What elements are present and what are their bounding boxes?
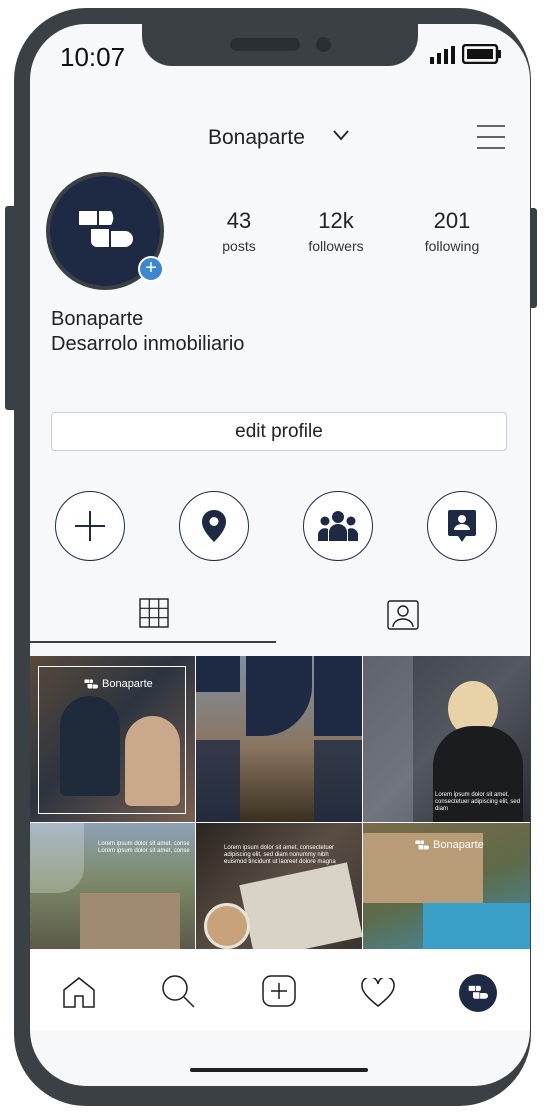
- status-icons: [430, 44, 502, 64]
- profile-bio: Bonaparte Desarrolo inmobiliario: [51, 307, 244, 357]
- bonaparte-logo: [468, 985, 488, 999]
- post-thumbnail[interactable]: Lorem ipsum dolor sit amet, consectetuer…: [196, 823, 362, 949]
- edit-profile-button[interactable]: edit profile: [51, 412, 507, 451]
- battery-icon: [462, 44, 501, 64]
- home-icon[interactable]: [62, 976, 96, 1008]
- contact-card-icon: [448, 510, 476, 542]
- bonaparte-logo: [79, 211, 133, 247]
- lorem-text: consectetuer adipiscing elit, sed diam: [435, 799, 521, 812]
- plus-icon: [75, 511, 105, 541]
- camera: [316, 37, 331, 52]
- tagged-tab-icon[interactable]: [387, 600, 419, 630]
- followers-label: followers: [308, 238, 364, 254]
- posts-value: 43: [226, 208, 252, 233]
- new-post-icon[interactable]: [262, 975, 296, 1007]
- highlight-team[interactable]: [303, 491, 373, 561]
- lorem-text: Lorem ipsum dolor sit amet, conse: [98, 848, 190, 854]
- photo-pool: [423, 903, 530, 949]
- grid-tab-icon[interactable]: [139, 598, 169, 628]
- menu-icon[interactable]: [476, 124, 506, 150]
- posts-label: posts: [222, 238, 256, 254]
- posts-count[interactable]: 43 posts: [206, 208, 272, 254]
- following-label: following: [424, 238, 480, 254]
- bonaparte-logo: [84, 679, 98, 688]
- lorem-text: adipiscing elit, sed diam nonummy nibh: [224, 852, 329, 858]
- lorem-text: Lorem ipsum dolor sit amet, conse: [98, 841, 190, 847]
- highlight-location[interactable]: [179, 491, 249, 561]
- speaker: [230, 38, 300, 51]
- status-time: 10:07: [60, 42, 126, 72]
- pattern-shape: [363, 656, 413, 822]
- lorem-text: euismod tincidunt ut laoreet dolore magn…: [224, 859, 336, 865]
- profile-description: Desarrolo inmobiliario: [51, 333, 245, 355]
- photo-coffee: [204, 903, 250, 949]
- lorem-text: Lorem ipsum dolor sit amet, consectetuer: [224, 845, 335, 851]
- highlight-add[interactable]: [55, 491, 125, 561]
- chevron-down-icon[interactable]: [332, 128, 350, 142]
- brand-name: Bonaparte: [102, 678, 153, 690]
- followers-value: 12k: [318, 208, 354, 233]
- brand-tag: Bonaparte: [84, 678, 153, 690]
- following-count[interactable]: 201 following: [412, 208, 492, 254]
- post-thumbnail[interactable]: [196, 656, 362, 822]
- location-pin-icon: [202, 510, 226, 542]
- signal-icon: [430, 46, 455, 64]
- group-icon: [318, 511, 358, 541]
- post-thumbnail[interactable]: Lorem ipsum dolor sit amet, consectetuer…: [363, 656, 530, 822]
- brand-name: Bonaparte: [433, 839, 484, 851]
- home-indicator[interactable]: [190, 1068, 368, 1072]
- add-story-badge[interactable]: +: [138, 256, 164, 282]
- profile-name: Bonaparte: [51, 308, 144, 330]
- navy-shape: [196, 740, 240, 822]
- notch: [142, 24, 418, 66]
- navy-shape: [314, 656, 362, 736]
- photo-buildings: [80, 893, 180, 949]
- navy-shape: [196, 656, 240, 692]
- brand-tag: Bonaparte: [415, 839, 484, 851]
- profile-username[interactable]: Bonaparte: [208, 126, 305, 150]
- followers-count[interactable]: 12k followers: [296, 208, 376, 254]
- post-thumbnail[interactable]: Bonaparte: [363, 823, 530, 949]
- screen: 10:07 Bonaparte + 43 posts 12k followers…: [30, 24, 530, 1086]
- navy-shape: [314, 740, 362, 822]
- post-thumbnail[interactable]: Lorem ipsum dolor sit amet, conse Lorem …: [30, 823, 195, 949]
- volume-button: [5, 206, 17, 410]
- profile-nav-avatar[interactable]: [459, 974, 497, 1012]
- post-thumbnail[interactable]: Bonaparte: [30, 656, 195, 822]
- highlight-contact[interactable]: [427, 491, 497, 561]
- heart-icon[interactable]: [361, 978, 395, 1008]
- active-tab-indicator: [30, 641, 276, 643]
- photo-notebook: [239, 862, 362, 949]
- bonaparte-logo: [415, 840, 429, 849]
- following-value: 201: [433, 208, 471, 233]
- lorem-text: Lorem ipsum dolor sit amet,: [435, 792, 510, 798]
- logo-watermark: [30, 823, 84, 893]
- search-icon[interactable]: [161, 974, 195, 1008]
- bottom-nav: [30, 950, 530, 1030]
